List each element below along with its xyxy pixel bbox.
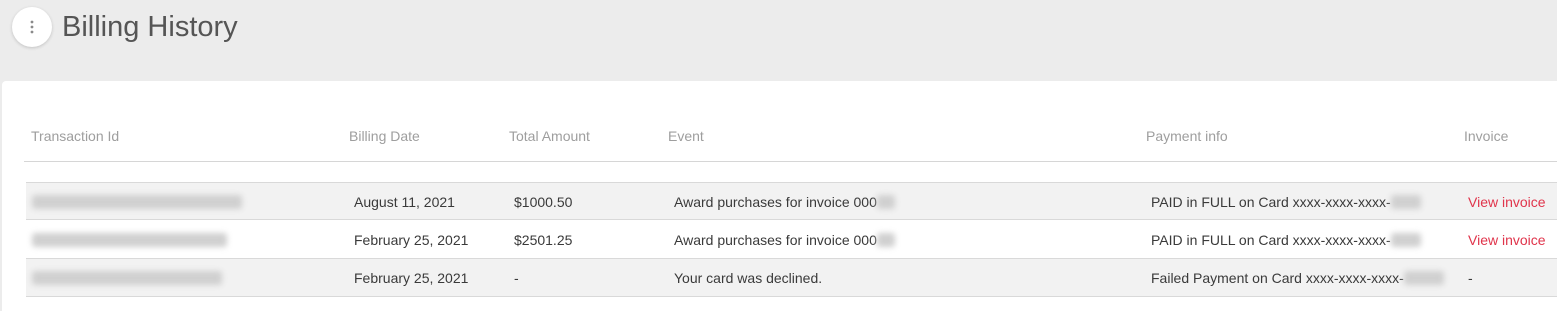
event: Award purchases for invoice 000 bbox=[674, 232, 895, 248]
event: Award purchases for invoice 000 bbox=[674, 194, 895, 210]
transaction-id-redacted bbox=[32, 270, 222, 286]
invoice-empty: - bbox=[1468, 270, 1473, 286]
page-header: Billing History bbox=[0, 0, 1557, 82]
transaction-id-redacted bbox=[32, 232, 227, 248]
column-header-transaction-id[interactable]: Transaction Id bbox=[31, 128, 119, 144]
more-vertical-icon bbox=[30, 20, 34, 34]
payment-info: Failed Payment on Card xxxx-xxxx-xxxx- bbox=[1151, 270, 1444, 286]
column-header-total-amount[interactable]: Total Amount bbox=[509, 128, 590, 144]
total-amount: - bbox=[514, 270, 519, 286]
billing-date: August 11, 2021 bbox=[354, 194, 455, 210]
page-title: Billing History bbox=[62, 11, 238, 43]
table-row: August 11, 2021 $1000.50 Award purchases… bbox=[26, 182, 1557, 220]
table-header: Transaction Id Billing Date Total Amount… bbox=[24, 122, 1557, 162]
transaction-id-redacted bbox=[32, 194, 242, 210]
view-invoice-link[interactable]: View invoice bbox=[1468, 194, 1546, 210]
column-header-invoice[interactable]: Invoice bbox=[1464, 128, 1508, 144]
view-invoice-link[interactable]: View invoice bbox=[1468, 232, 1546, 248]
payment-info: PAID in FULL on Card xxxx-xxxx-xxxx- bbox=[1151, 232, 1421, 248]
event: Your card was declined. bbox=[674, 270, 823, 286]
table-row: February 25, 2021 - Your card was declin… bbox=[26, 259, 1557, 297]
column-header-payment-info[interactable]: Payment info bbox=[1146, 128, 1228, 144]
column-header-event[interactable]: Event bbox=[668, 128, 704, 144]
column-header-billing-date[interactable]: Billing Date bbox=[349, 128, 420, 144]
total-amount: $1000.50 bbox=[514, 194, 573, 210]
menu-button[interactable] bbox=[12, 7, 52, 47]
total-amount: $2501.25 bbox=[514, 232, 573, 248]
billing-date: February 25, 2021 bbox=[354, 270, 469, 286]
table-row: February 25, 2021 $2501.25 Award purchas… bbox=[26, 221, 1557, 259]
billing-date: February 25, 2021 bbox=[354, 232, 469, 248]
payment-info: PAID in FULL on Card xxxx-xxxx-xxxx- bbox=[1151, 194, 1421, 210]
